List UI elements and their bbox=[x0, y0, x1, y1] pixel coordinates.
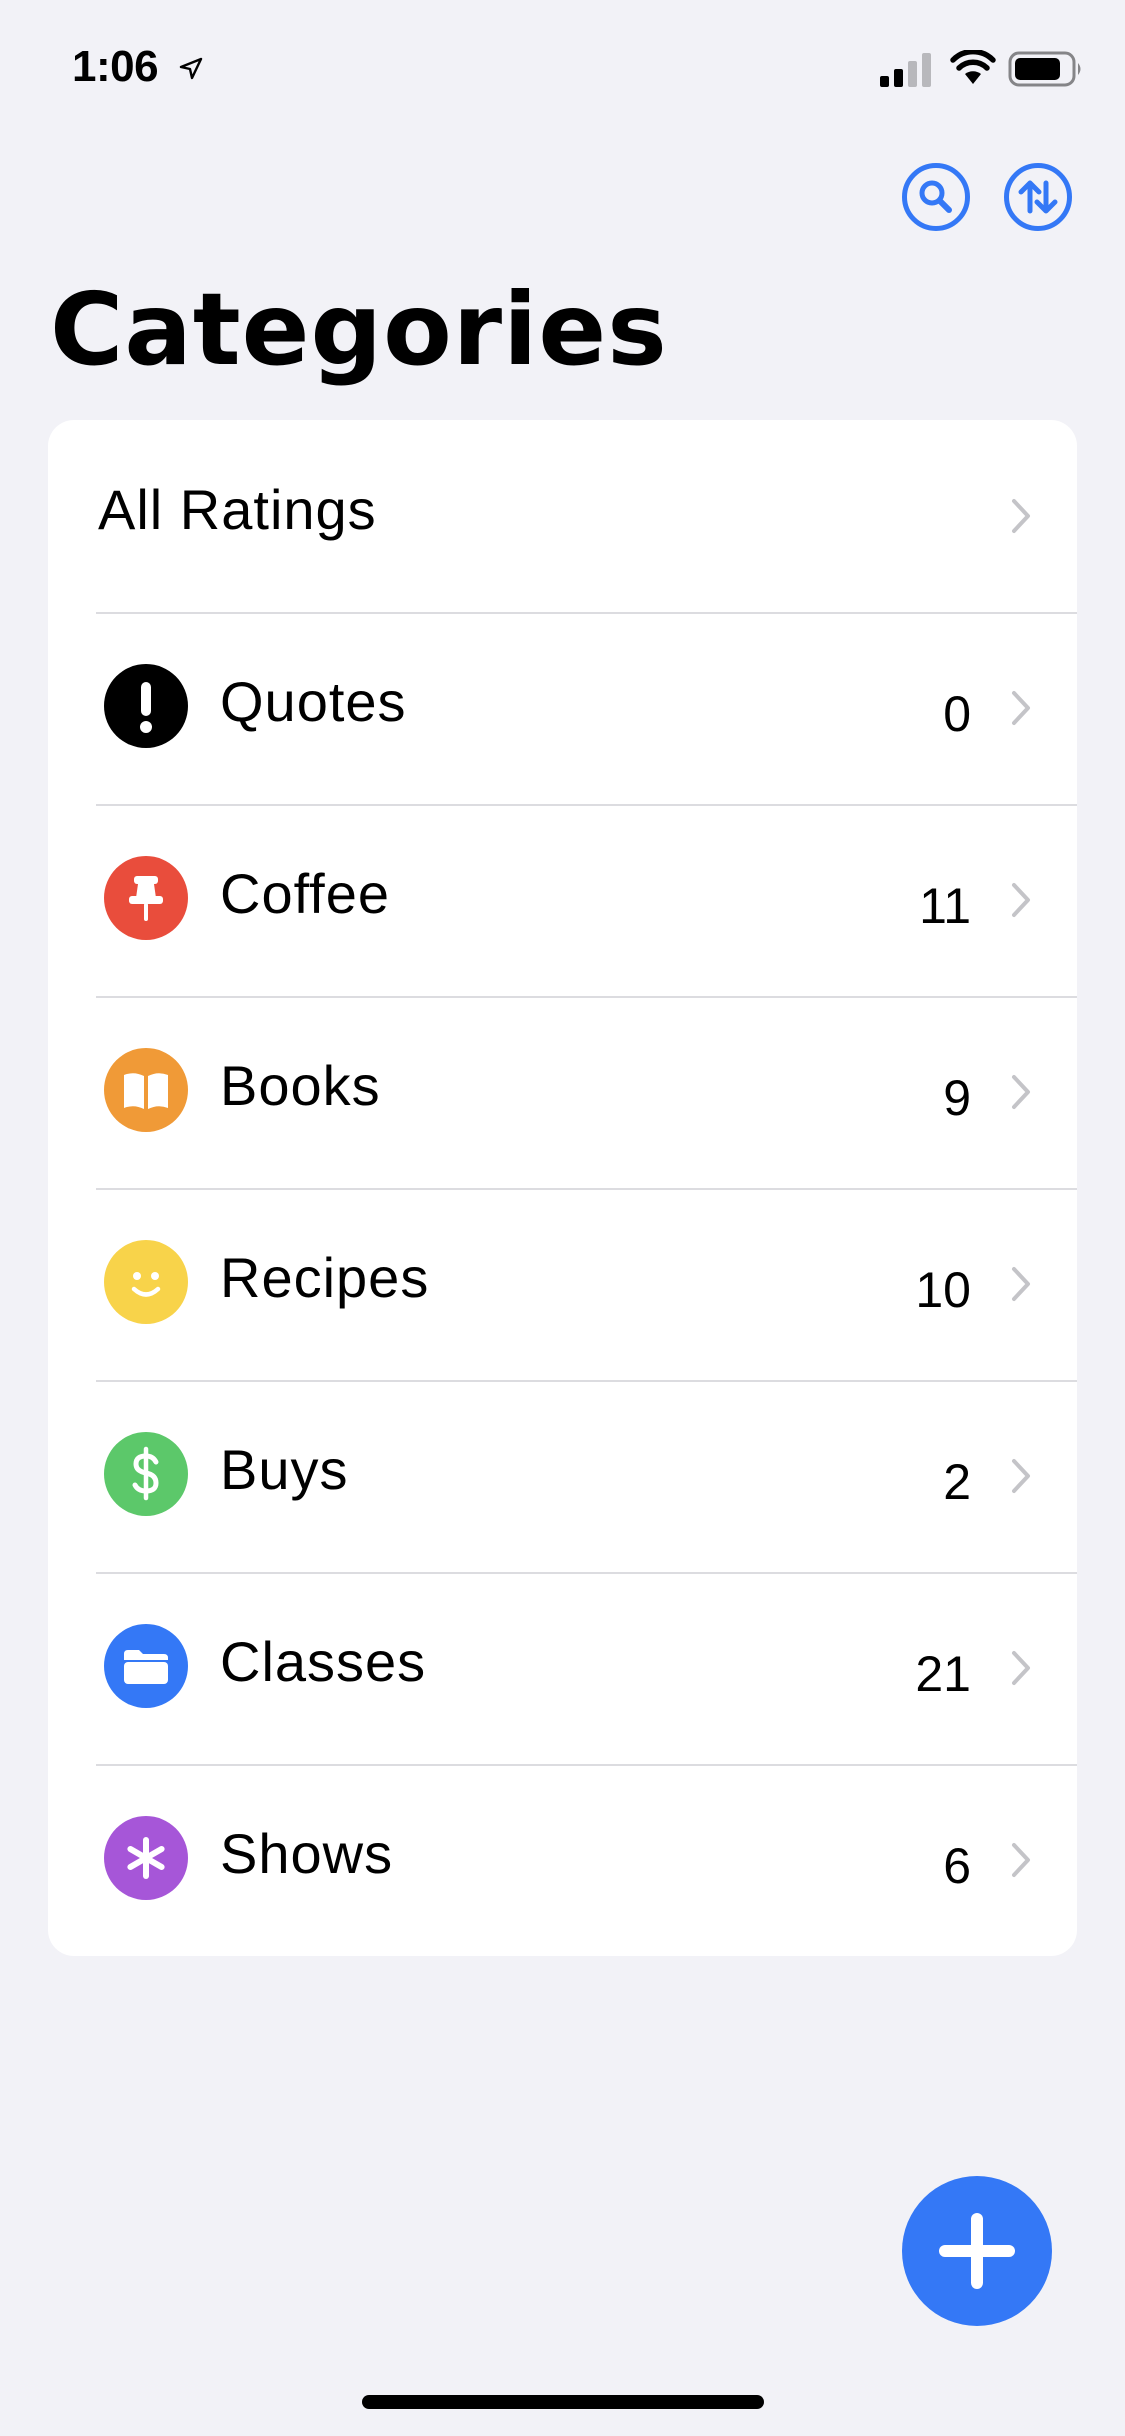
list-item-quotes[interactable]: Quotes 0 bbox=[48, 612, 1077, 804]
sort-arrows-icon bbox=[1018, 180, 1058, 214]
category-name: Classes bbox=[220, 1630, 427, 1693]
list-item-all-ratings[interactable]: All Ratings bbox=[48, 420, 1077, 612]
search-button[interactable] bbox=[902, 163, 970, 231]
list-item-buys[interactable]: Buys 2 bbox=[48, 1380, 1077, 1572]
cellular-signal-icon bbox=[880, 53, 931, 87]
location-arrow-icon bbox=[179, 57, 203, 80]
category-count: 10 bbox=[915, 1262, 971, 1318]
list-item-label: All Ratings bbox=[98, 478, 377, 541]
status-time: 1:06 bbox=[72, 42, 159, 91]
book-icon bbox=[104, 1048, 188, 1132]
categories-list: All Ratings Quotes 0 Coffee 11 Books 9 R… bbox=[48, 420, 1077, 1956]
plus-icon bbox=[939, 2213, 1015, 2289]
add-category-button[interactable] bbox=[902, 2176, 1052, 2326]
battery-icon bbox=[1008, 51, 1081, 87]
smiley-icon bbox=[104, 1240, 188, 1324]
home-indicator[interactable] bbox=[362, 2395, 764, 2409]
asterisk-icon bbox=[104, 1816, 188, 1900]
list-item-shows[interactable]: Shows 6 bbox=[48, 1764, 1077, 1956]
search-icon bbox=[919, 180, 952, 213]
category-count: 0 bbox=[943, 686, 971, 742]
folder-icon bbox=[104, 1624, 188, 1708]
chevron-right-icon bbox=[1012, 1075, 1030, 1109]
chevron-right-icon bbox=[1012, 691, 1030, 725]
sort-button[interactable] bbox=[1004, 163, 1072, 231]
list-item-books[interactable]: Books 9 bbox=[48, 996, 1077, 1188]
category-count: 9 bbox=[943, 1070, 971, 1126]
page-title: Categories bbox=[50, 271, 668, 388]
category-name: Shows bbox=[220, 1822, 394, 1885]
list-item-classes[interactable]: Classes 21 bbox=[48, 1572, 1077, 1764]
list-item-coffee[interactable]: Coffee 11 bbox=[48, 804, 1077, 996]
status-bar: 1:06 bbox=[0, 0, 1125, 132]
chevron-right-icon bbox=[1012, 1843, 1030, 1877]
category-name: Quotes bbox=[220, 670, 407, 733]
category-name: Buys bbox=[220, 1438, 349, 1501]
chevron-right-icon bbox=[1012, 1651, 1030, 1685]
dollar-icon bbox=[104, 1432, 188, 1516]
chevron-right-icon bbox=[1012, 499, 1030, 533]
category-count: 6 bbox=[943, 1838, 971, 1894]
exclamation-icon bbox=[104, 664, 188, 748]
category-count: 11 bbox=[919, 878, 971, 934]
chevron-right-icon bbox=[1012, 1459, 1030, 1493]
category-name: Coffee bbox=[220, 862, 390, 925]
category-count: 21 bbox=[915, 1646, 971, 1702]
chevron-right-icon bbox=[1012, 1267, 1030, 1301]
category-count: 2 bbox=[943, 1454, 971, 1510]
category-name: Recipes bbox=[220, 1246, 430, 1309]
list-item-recipes[interactable]: Recipes 10 bbox=[48, 1188, 1077, 1380]
category-name: Books bbox=[220, 1054, 381, 1117]
wifi-icon bbox=[950, 50, 996, 84]
pin-icon bbox=[104, 856, 188, 940]
chevron-right-icon bbox=[1012, 883, 1030, 917]
